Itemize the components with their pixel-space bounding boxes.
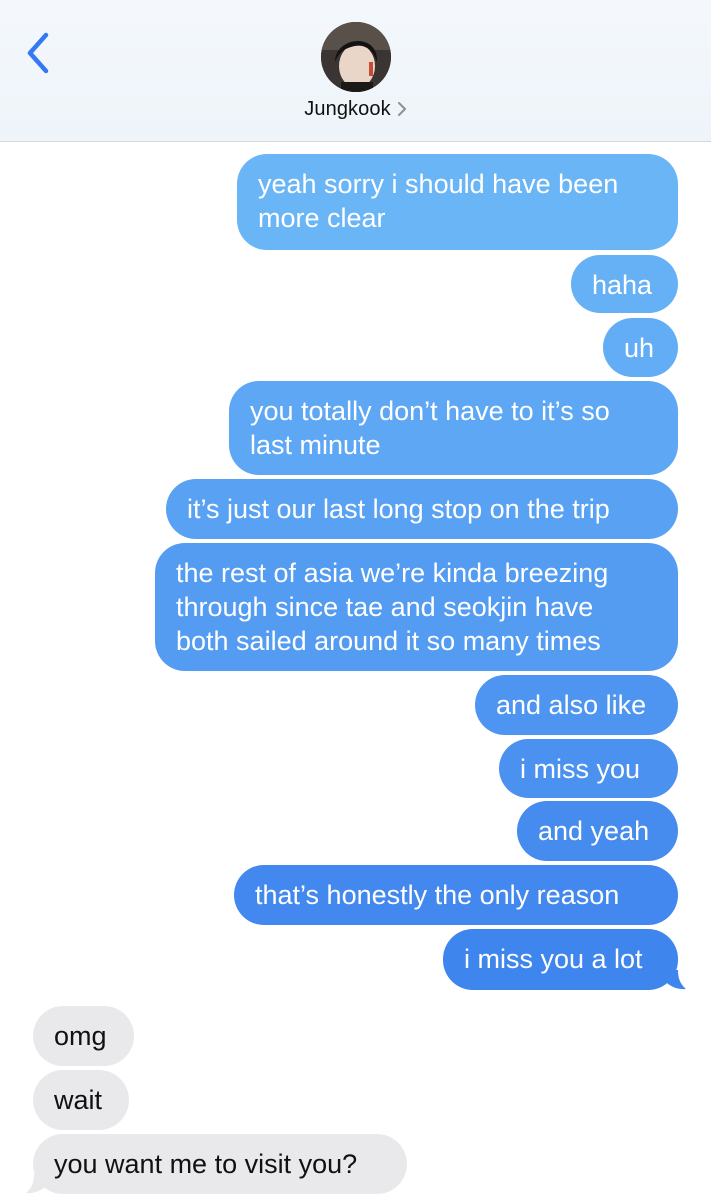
message-text: last minute bbox=[250, 430, 381, 460]
message-text: and also like bbox=[496, 690, 647, 720]
sent-message-bubble[interactable]: uh bbox=[603, 318, 678, 377]
message-text: it’s just our last long stop on the trip bbox=[187, 494, 610, 524]
chevron-right-icon bbox=[397, 101, 406, 116]
message-text: through since tae and seokjin have bbox=[176, 592, 594, 622]
message-text: haha bbox=[592, 270, 653, 300]
message-text: you totally don’t have to it’s so bbox=[250, 396, 610, 426]
sent-message-bubble[interactable]: it’s just our last long stop on the trip bbox=[166, 479, 678, 539]
avatar-photo bbox=[321, 22, 391, 92]
message-text: both sailed around it so many times bbox=[176, 626, 601, 656]
sent-message-bubble[interactable]: haha bbox=[571, 255, 678, 313]
sent-message-bubble[interactable]: and also like bbox=[475, 675, 678, 735]
message-text: yeah sorry i should have been bbox=[258, 169, 619, 199]
sent-message-bubble[interactable]: that’s honestly the only reason bbox=[234, 865, 678, 925]
received-message-bubble[interactable]: you want me to visit you? bbox=[33, 1134, 407, 1194]
message-text: i miss you a lot bbox=[464, 944, 643, 974]
message-text: uh bbox=[624, 333, 655, 363]
contact-avatar[interactable] bbox=[321, 22, 391, 92]
message-text: omg bbox=[54, 1021, 107, 1051]
sent-message-bubble[interactable]: you totally don’t have to it’s so last m… bbox=[229, 381, 678, 475]
message-text: that’s honestly the only reason bbox=[255, 880, 620, 910]
received-bubble-tail bbox=[26, 1174, 48, 1194]
chevron-left-icon bbox=[27, 32, 49, 74]
sent-bubble-tail bbox=[664, 970, 686, 990]
contact-name-row[interactable]: Jungkook bbox=[0, 98, 711, 121]
conversation-header: Jungkook bbox=[0, 0, 711, 142]
contact-name: Jungkook bbox=[304, 98, 391, 120]
received-message-bubble[interactable]: omg bbox=[33, 1006, 134, 1066]
message-text: the rest of asia we’re kinda breezing bbox=[176, 558, 609, 588]
message-text: and yeah bbox=[538, 816, 650, 846]
message-text: you want me to visit you? bbox=[54, 1149, 358, 1179]
received-message-bubble[interactable]: wait bbox=[33, 1070, 129, 1130]
back-button[interactable] bbox=[22, 28, 58, 78]
message-text: wait bbox=[54, 1085, 103, 1115]
sent-message-bubble[interactable]: i miss you a lot bbox=[443, 929, 678, 990]
message-text: more clear bbox=[258, 203, 386, 233]
message-text: i miss you bbox=[520, 754, 641, 784]
sent-message-bubble[interactable]: the rest of asia we’re kinda breezing th… bbox=[155, 543, 678, 671]
message-thread: yeah sorry i should have been more clear… bbox=[0, 142, 711, 1200]
sent-message-bubble[interactable]: i miss you bbox=[499, 739, 678, 798]
sent-message-bubble[interactable]: yeah sorry i should have been more clear bbox=[237, 154, 678, 250]
sent-message-bubble[interactable]: and yeah bbox=[517, 801, 678, 861]
